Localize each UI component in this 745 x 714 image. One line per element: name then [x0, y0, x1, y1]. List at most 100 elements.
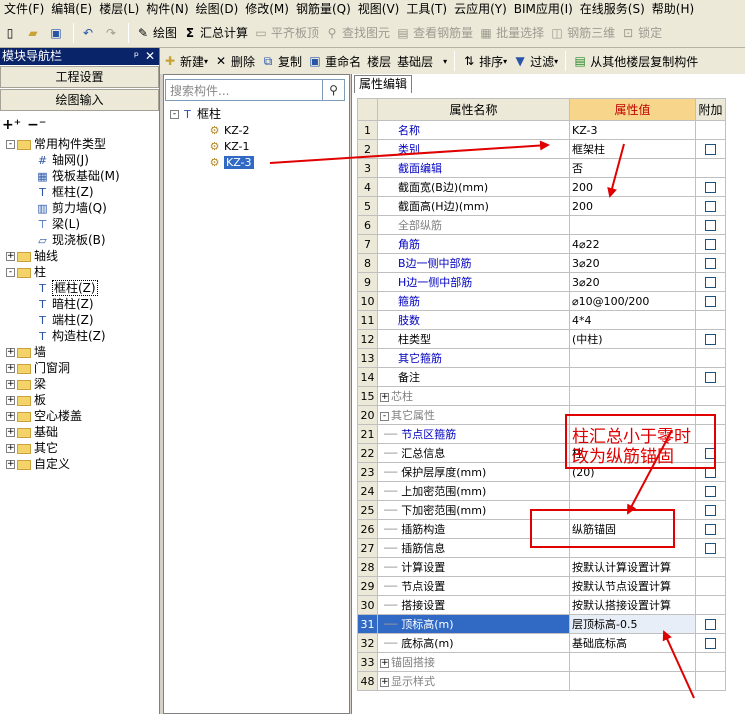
- extra-cell[interactable]: [695, 177, 726, 197]
- property-row[interactable]: 13 其它箍筋: [357, 348, 726, 368]
- redo-button[interactable]: ↷: [101, 22, 124, 44]
- nav-tree-item[interactable]: + 其它: [0, 440, 160, 456]
- extra-checkbox[interactable]: [705, 334, 716, 345]
- nav-tree-item[interactable]: - 常用构件类型: [0, 136, 160, 152]
- nav-tree-item[interactable]: T 框柱(Z): [0, 184, 160, 200]
- copy-from-floor-button[interactable]: ▤ 从其他楼层复制构件: [570, 50, 701, 72]
- extra-cell[interactable]: [695, 519, 726, 539]
- menu-item[interactable]: 帮助(H): [648, 0, 697, 18]
- property-name-cell[interactable]: ── 计算设置: [377, 557, 570, 577]
- property-value-cell[interactable]: [569, 386, 696, 406]
- expand-icon[interactable]: +: [6, 428, 15, 437]
- nav-tree-item[interactable]: + 墙: [0, 344, 160, 360]
- nav-tree-item[interactable]: + 门窗洞: [0, 360, 160, 376]
- extra-cell[interactable]: [695, 500, 726, 520]
- expand-icon[interactable]: +: [380, 392, 389, 402]
- nav-tree-item[interactable]: + 空心楼盖: [0, 408, 160, 424]
- menu-item[interactable]: 钢筋量(Q): [292, 0, 354, 18]
- floor-select[interactable]: 基础层 ▾: [394, 50, 450, 72]
- property-value-cell[interactable]: 3⌀20: [569, 272, 696, 292]
- copy-button[interactable]: ⧉ 复制: [258, 50, 305, 72]
- property-name-cell[interactable]: 名称: [377, 120, 570, 140]
- property-row[interactable]: 7 角筋 4⌀22: [357, 234, 726, 254]
- collapse-icon[interactable]: -: [380, 411, 389, 421]
- menu-item[interactable]: 工具(T): [402, 0, 450, 18]
- expand-icon[interactable]: +: [6, 396, 15, 405]
- extra-checkbox[interactable]: [705, 144, 716, 155]
- property-name-cell[interactable]: 柱类型: [377, 329, 570, 349]
- filter-button[interactable]: ▼ 过滤 ▾: [510, 50, 561, 72]
- property-value-cell[interactable]: KZ-3: [569, 120, 696, 140]
- nav-tree-item[interactable]: + 轴线: [0, 248, 160, 264]
- extra-cell[interactable]: [695, 538, 726, 558]
- nav-tree-item[interactable]: T 框柱(Z): [0, 280, 160, 296]
- nav-tree-item[interactable]: ⊤ 梁(L): [0, 216, 160, 232]
- extra-cell[interactable]: [695, 234, 726, 254]
- property-name-cell[interactable]: 箍筋: [377, 291, 570, 311]
- property-name-cell[interactable]: B边一侧中部筋: [377, 253, 570, 273]
- property-row[interactable]: 30 ── 搭接设置 按默认搭接设置计算: [357, 595, 726, 615]
- extra-cell[interactable]: [695, 329, 726, 349]
- sort-button[interactable]: ⇅ 排序 ▾: [459, 50, 510, 72]
- expand-icon[interactable]: +: [6, 412, 15, 421]
- draw-button[interactable]: ✎ 绘图: [133, 22, 180, 44]
- property-value-cell[interactable]: 4⌀22: [569, 234, 696, 254]
- rename-button[interactable]: ▣ 重命名: [305, 50, 364, 72]
- property-name-cell[interactable]: 全部纵筋: [377, 215, 570, 235]
- property-name-cell[interactable]: 截面高(H边)(mm): [377, 196, 570, 216]
- property-value-cell[interactable]: 按默认计算设置计算: [569, 557, 696, 577]
- extra-checkbox[interactable]: [705, 182, 716, 193]
- lock-button[interactable]: ⊡ 锁定: [618, 22, 665, 44]
- expand-icon[interactable]: +: [380, 658, 389, 668]
- component-item[interactable]: ⚙ KZ-1: [170, 138, 254, 154]
- nav-tree-item[interactable]: + 基础: [0, 424, 160, 440]
- menu-item[interactable]: 编辑(E): [47, 0, 95, 18]
- extra-cell[interactable]: [695, 614, 726, 634]
- project-settings-button[interactable]: 工程设置: [0, 66, 159, 88]
- menu-item[interactable]: 云应用(Y): [450, 0, 510, 18]
- nav-tree-item[interactable]: + 梁: [0, 376, 160, 392]
- collapse-all-icon[interactable]: −⁻: [27, 117, 46, 133]
- property-value-cell[interactable]: ⌀10@100/200: [569, 291, 696, 311]
- menu-item[interactable]: BIM应用(I): [510, 0, 576, 18]
- nav-tree-item[interactable]: # 轴网(J): [0, 152, 160, 168]
- flat-slab-button[interactable]: ▭ 平齐板顶: [251, 22, 322, 44]
- property-name-cell[interactable]: H边一侧中部筋: [377, 272, 570, 292]
- extra-checkbox[interactable]: [705, 524, 716, 535]
- extra-cell[interactable]: [695, 633, 726, 653]
- extra-cell[interactable]: [695, 481, 726, 501]
- summary-calc-button[interactable]: Σ 汇总计算: [180, 22, 251, 44]
- property-row[interactable]: 12 柱类型 (中柱): [357, 329, 726, 349]
- property-name-cell[interactable]: + 芯柱: [377, 386, 570, 406]
- view-rebar-button[interactable]: ▤ 查看钢筋量: [393, 22, 476, 44]
- component-search-input[interactable]: 搜索构件... ⚲: [165, 79, 345, 101]
- nav-tree-item[interactable]: ▱ 现浇板(B): [0, 232, 160, 248]
- property-value-cell[interactable]: [569, 215, 696, 235]
- extra-checkbox[interactable]: [705, 638, 716, 649]
- nav-tree-item[interactable]: + 板: [0, 392, 160, 408]
- extra-cell[interactable]: [695, 272, 726, 292]
- nav-tree-item[interactable]: -柱: [0, 264, 160, 280]
- property-name-cell[interactable]: ── 顶标高(m): [377, 614, 570, 634]
- property-value-cell[interactable]: 按默认搭接设置计算: [569, 595, 696, 615]
- nav-tree-item[interactable]: T 暗柱(Z): [0, 296, 160, 312]
- property-name-cell[interactable]: ── 节点区箍筋: [377, 424, 570, 444]
- extra-cell[interactable]: [695, 253, 726, 273]
- draw-input-button[interactable]: 绘图输入: [0, 89, 159, 111]
- property-value-cell[interactable]: (中柱): [569, 329, 696, 349]
- expand-icon[interactable]: +: [6, 444, 15, 453]
- menu-item[interactable]: 楼层(L): [95, 0, 142, 18]
- search-icon[interactable]: ⚲: [322, 80, 344, 100]
- expand-icon[interactable]: +: [6, 380, 15, 389]
- property-row[interactable]: 8 B边一侧中部筋 3⌀20: [357, 253, 726, 273]
- expand-icon[interactable]: +: [6, 348, 15, 357]
- nav-tree-item[interactable]: T 端柱(Z): [0, 312, 160, 328]
- menu-item[interactable]: 修改(M): [241, 0, 292, 18]
- expand-icon[interactable]: +: [6, 460, 15, 469]
- menu-item[interactable]: 绘图(D): [192, 0, 242, 18]
- extra-checkbox[interactable]: [705, 505, 716, 516]
- property-name-cell[interactable]: ── 上加密范围(mm): [377, 481, 570, 501]
- property-name-cell[interactable]: + 锚固搭接: [377, 652, 570, 672]
- property-value-cell[interactable]: 200: [569, 196, 696, 216]
- property-name-cell[interactable]: 类别: [377, 139, 570, 159]
